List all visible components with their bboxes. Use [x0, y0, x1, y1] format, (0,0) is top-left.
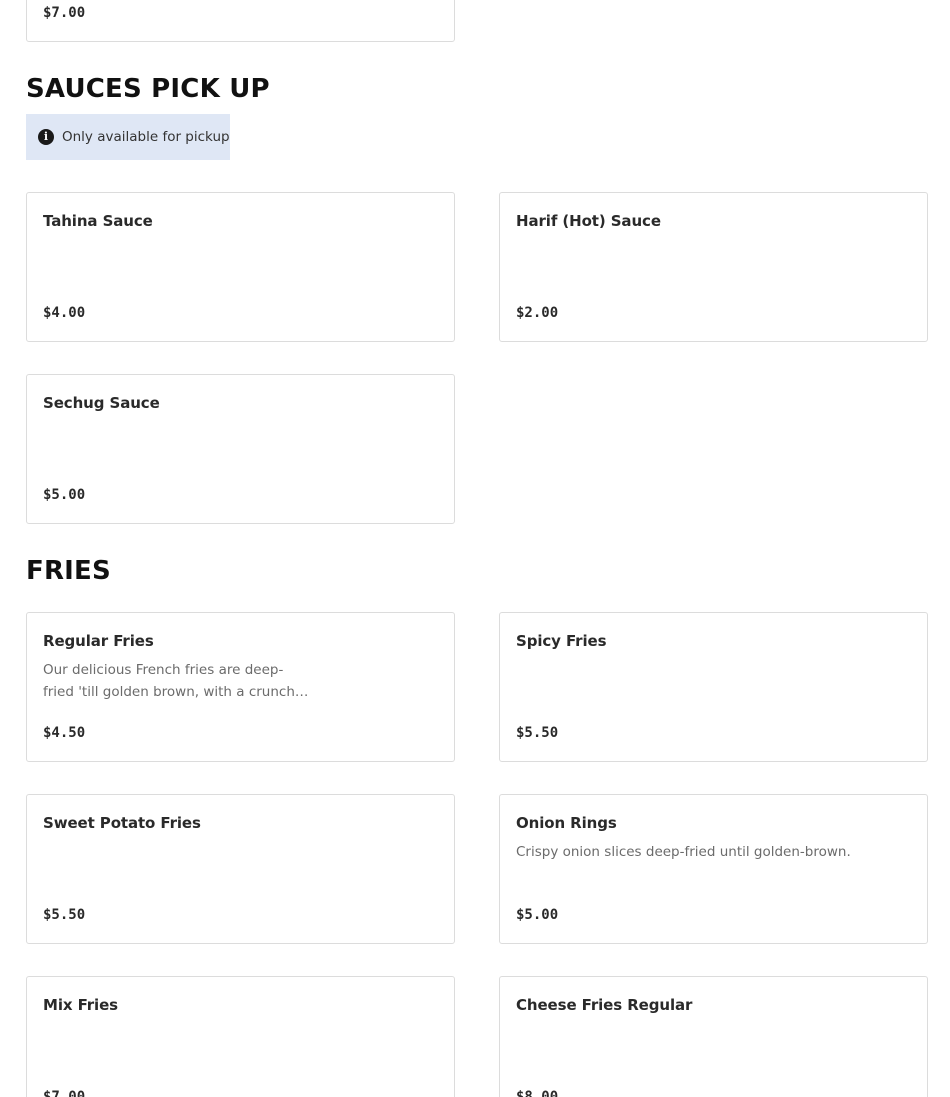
item-name: Cheese Fries Regular: [516, 996, 693, 1014]
item-description: Crispy onion slices deep-fried until gol…: [516, 844, 851, 860]
section-title-fries: FRIES: [26, 556, 111, 586]
item-price: $4.00: [43, 305, 86, 321]
item-name: Sechug Sauce: [43, 394, 160, 412]
item-price: $4.50: [43, 725, 86, 741]
item-price: $5.00: [516, 907, 559, 923]
item-name: Sweet Potato Fries: [43, 814, 201, 832]
pickup-only-notice: i Only available for pickup: [26, 114, 230, 160]
menu-item-card[interactable]: Harif (Hot) Sauce $2.00: [499, 192, 928, 342]
item-name: Onion Rings: [516, 814, 617, 832]
item-price: $8.00: [516, 1089, 559, 1097]
menu-item-card[interactable]: Tahina Sauce $4.00: [26, 192, 455, 342]
item-name: Spicy Fries: [516, 632, 607, 650]
item-description: Our delicious French fries are deep-frie…: [43, 662, 303, 700]
item-name: Harif (Hot) Sauce: [516, 212, 661, 230]
menu-item-card[interactable]: Cheese Fries Regular $8.00: [499, 976, 928, 1097]
menu-item-card[interactable]: Onion Rings Crispy onion slices deep-fri…: [499, 794, 928, 944]
menu-item-card[interactable]: Spicy Fries $5.50: [499, 612, 928, 762]
menu-item-card[interactable]: Mix Fries $7.00: [26, 976, 455, 1097]
pickup-notice-text: Only available for pickup: [62, 129, 230, 145]
item-name: Regular Fries: [43, 632, 154, 650]
menu-item-card[interactable]: $7.00: [26, 0, 455, 42]
menu-item-card[interactable]: Sechug Sauce $5.00: [26, 374, 455, 524]
item-price: $2.00: [516, 305, 559, 321]
item-price: $7.00: [43, 5, 86, 21]
item-price: $5.00: [43, 487, 86, 503]
item-price: $5.50: [516, 725, 559, 741]
menu-item-card[interactable]: Regular Fries Our delicious French fries…: [26, 612, 455, 762]
item-name: Mix Fries: [43, 996, 118, 1014]
item-name: Tahina Sauce: [43, 212, 153, 230]
item-price: $7.00: [43, 1089, 86, 1097]
section-title-sauces: SAUCES PICK UP: [26, 74, 270, 104]
item-price: $5.50: [43, 907, 86, 923]
menu-item-card[interactable]: Sweet Potato Fries $5.50: [26, 794, 455, 944]
info-icon: i: [38, 129, 54, 145]
